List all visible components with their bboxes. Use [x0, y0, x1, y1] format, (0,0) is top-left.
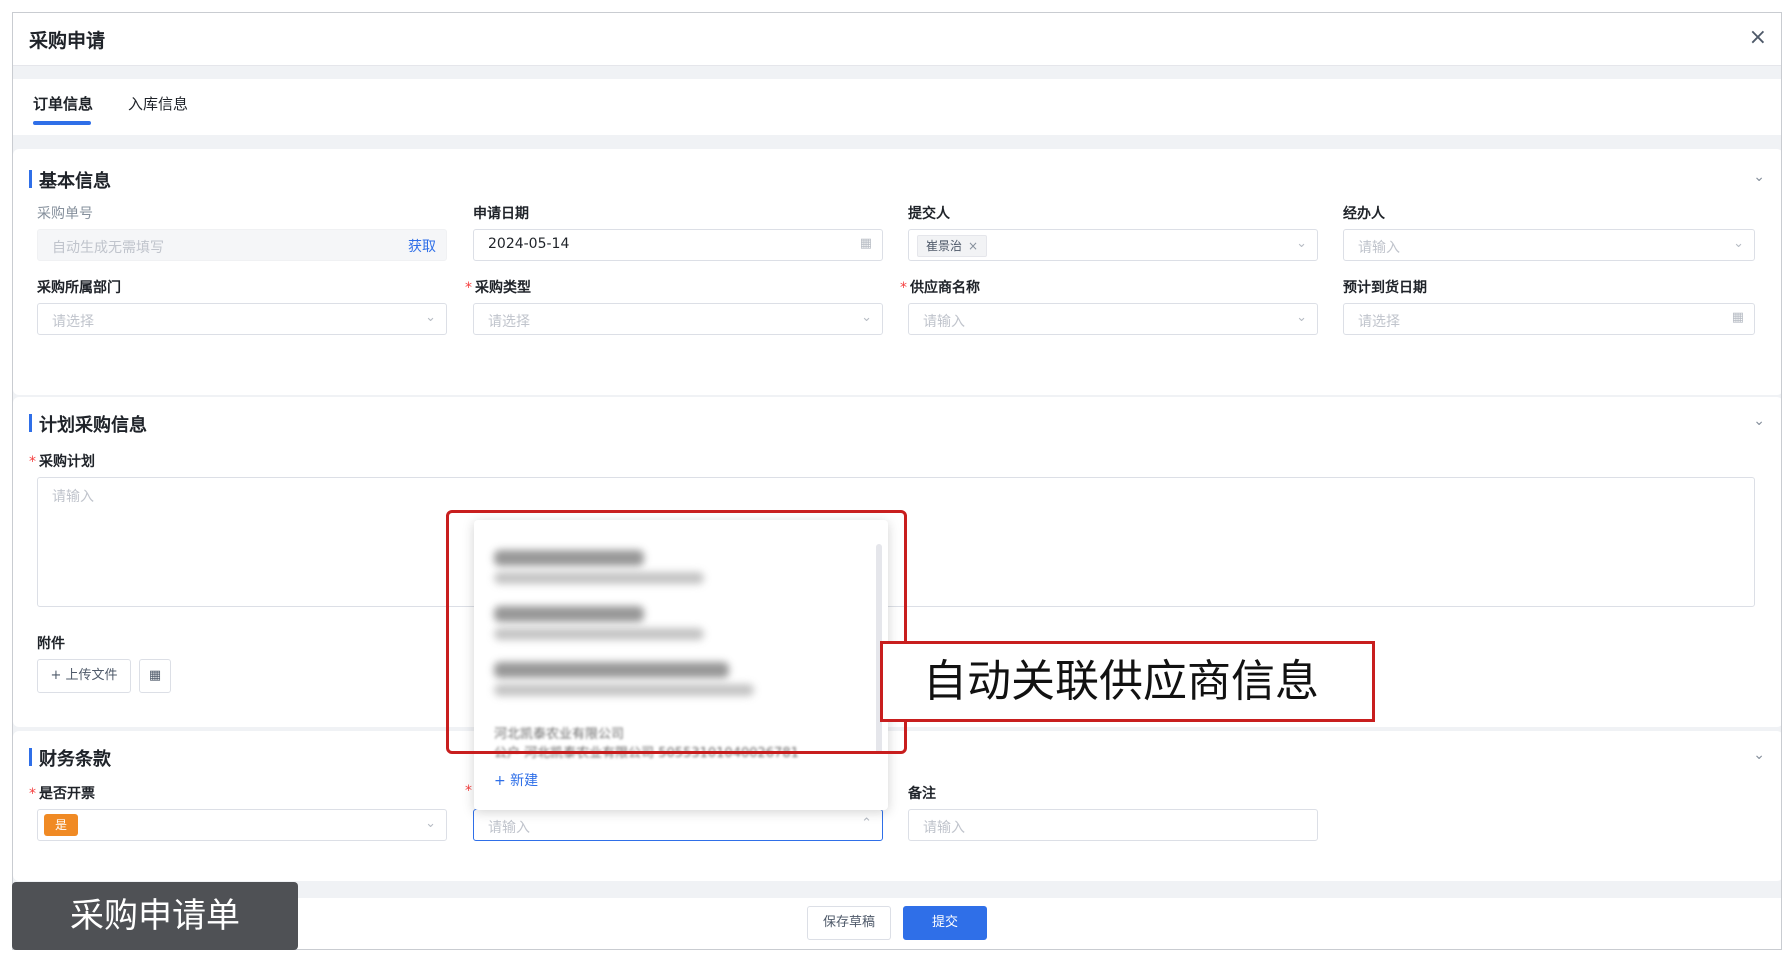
apply-date-value: 2024-05-14: [488, 236, 570, 252]
remark-label: 备注: [908, 786, 936, 802]
chevron-down-icon: ⌄: [425, 816, 436, 831]
department-label: 采购所属部门: [37, 280, 121, 296]
supplier-account-select[interactable]: 请输入 ⌃: [473, 809, 883, 841]
basic-info-card: 基本信息 ⌄ 采购单号 自动生成无需填写 获取 申请日期 2024-05-14 …: [13, 149, 1781, 395]
invoice-label: * 是否开票: [29, 786, 95, 802]
collapse-chevron-icon[interactable]: ⌄: [1753, 169, 1765, 185]
callout-label: 自动关联供应商信息: [880, 641, 1375, 722]
close-icon[interactable]: ×: [1749, 25, 1767, 50]
purchase-type-select[interactable]: 请选择 ⌄: [473, 303, 883, 335]
collapse-chevron-icon[interactable]: ⌄: [1753, 413, 1765, 429]
chevron-down-icon: ⌄: [1733, 236, 1744, 251]
remark-input[interactable]: 请输入: [908, 809, 1318, 841]
handler-placeholder: 请输入: [1358, 240, 1400, 256]
arrival-date-label: 预计到货日期: [1343, 280, 1427, 296]
collapse-chevron-icon[interactable]: ⌄: [1753, 747, 1765, 763]
purchase-type-placeholder: 请选择: [488, 314, 530, 330]
plan-placeholder: 请输入: [52, 489, 94, 505]
tag-close-icon[interactable]: ×: [968, 239, 978, 253]
chevron-down-icon: ⌄: [1296, 236, 1307, 251]
supplier-label: * 供应商名称: [900, 280, 980, 296]
handler-select[interactable]: 请输入 ⌄: [1343, 229, 1755, 261]
plan-title: 计划采购信息: [29, 411, 147, 437]
purchase-type-label: * 采购类型: [465, 280, 531, 296]
apply-date-input[interactable]: 2024-05-14 ▦: [473, 229, 883, 261]
purchase-dialog: 采购申请 × 订单信息 入库信息 基本信息 ⌄ 采购单号 自动生成无需填写 获取…: [12, 12, 1782, 950]
new-supplier-button[interactable]: + 新建: [494, 770, 538, 790]
calendar-icon: ▦: [1731, 310, 1744, 325]
qrcode-icon[interactable]: ▦: [139, 659, 171, 693]
plan-field-label: * 采购计划: [29, 454, 95, 470]
highlight-box: [446, 510, 907, 754]
arrival-date-input[interactable]: 请选择 ▦: [1343, 303, 1755, 335]
order-no-placeholder: 自动生成无需填写: [52, 240, 164, 256]
handler-label: 经办人: [1343, 206, 1385, 222]
chevron-down-icon: ⌄: [1296, 310, 1307, 325]
calendar-icon: ▦: [859, 236, 872, 251]
tab-warehouse-info[interactable]: 入库信息: [128, 93, 188, 114]
chevron-down-icon: ⌄: [861, 310, 872, 325]
invoice-value-badge: 是: [44, 814, 78, 836]
apply-date-label: 申请日期: [473, 206, 529, 222]
remark-placeholder: 请输入: [923, 820, 965, 836]
submitter-tag-text: 崔景治: [926, 239, 963, 253]
save-draft-button[interactable]: 保存草稿: [807, 906, 891, 940]
department-placeholder: 请选择: [52, 314, 94, 330]
submitter-label: 提交人: [908, 206, 950, 222]
fetch-order-no-button[interactable]: 获取: [408, 236, 436, 256]
basic-info-title: 基本信息: [29, 167, 111, 193]
tab-order-info[interactable]: 订单信息: [33, 93, 93, 114]
order-no-label: 采购单号: [37, 206, 93, 222]
finance-title: 财务条款: [29, 745, 111, 771]
arrival-date-placeholder: 请选择: [1358, 314, 1400, 330]
supplier-account-placeholder: 请输入: [488, 820, 530, 836]
caption-label: 采购申请单: [12, 882, 298, 950]
dialog-title: 采购申请: [29, 30, 106, 52]
submit-button[interactable]: 提交: [903, 906, 987, 940]
purchase-type-label-text: 采购类型: [475, 280, 531, 296]
invoice-label-text: 是否开票: [39, 786, 95, 802]
upload-file-button[interactable]: + 上传文件: [37, 659, 131, 693]
department-select[interactable]: 请选择 ⌄: [37, 303, 447, 335]
plan-field-label-text: 采购计划: [39, 454, 95, 470]
tab-active-indicator: [33, 121, 91, 125]
chevron-up-icon: ⌃: [861, 816, 872, 831]
submitter-select[interactable]: 崔景治 × ⌄: [908, 229, 1318, 261]
dialog-header: 采购申请 ×: [13, 13, 1781, 66]
supplier-label-text: 供应商名称: [910, 280, 980, 296]
supplier-placeholder: 请输入: [923, 314, 965, 330]
order-no-input: 自动生成无需填写 获取: [37, 229, 447, 261]
submitter-tag: 崔景治 ×: [917, 235, 988, 257]
attachment-label: 附件: [37, 636, 65, 652]
invoice-select[interactable]: 是 ⌄: [37, 809, 447, 841]
supplier-select[interactable]: 请输入 ⌄: [908, 303, 1318, 335]
chevron-down-icon: ⌄: [425, 310, 436, 325]
tab-bar: 订单信息 入库信息: [13, 79, 1781, 135]
